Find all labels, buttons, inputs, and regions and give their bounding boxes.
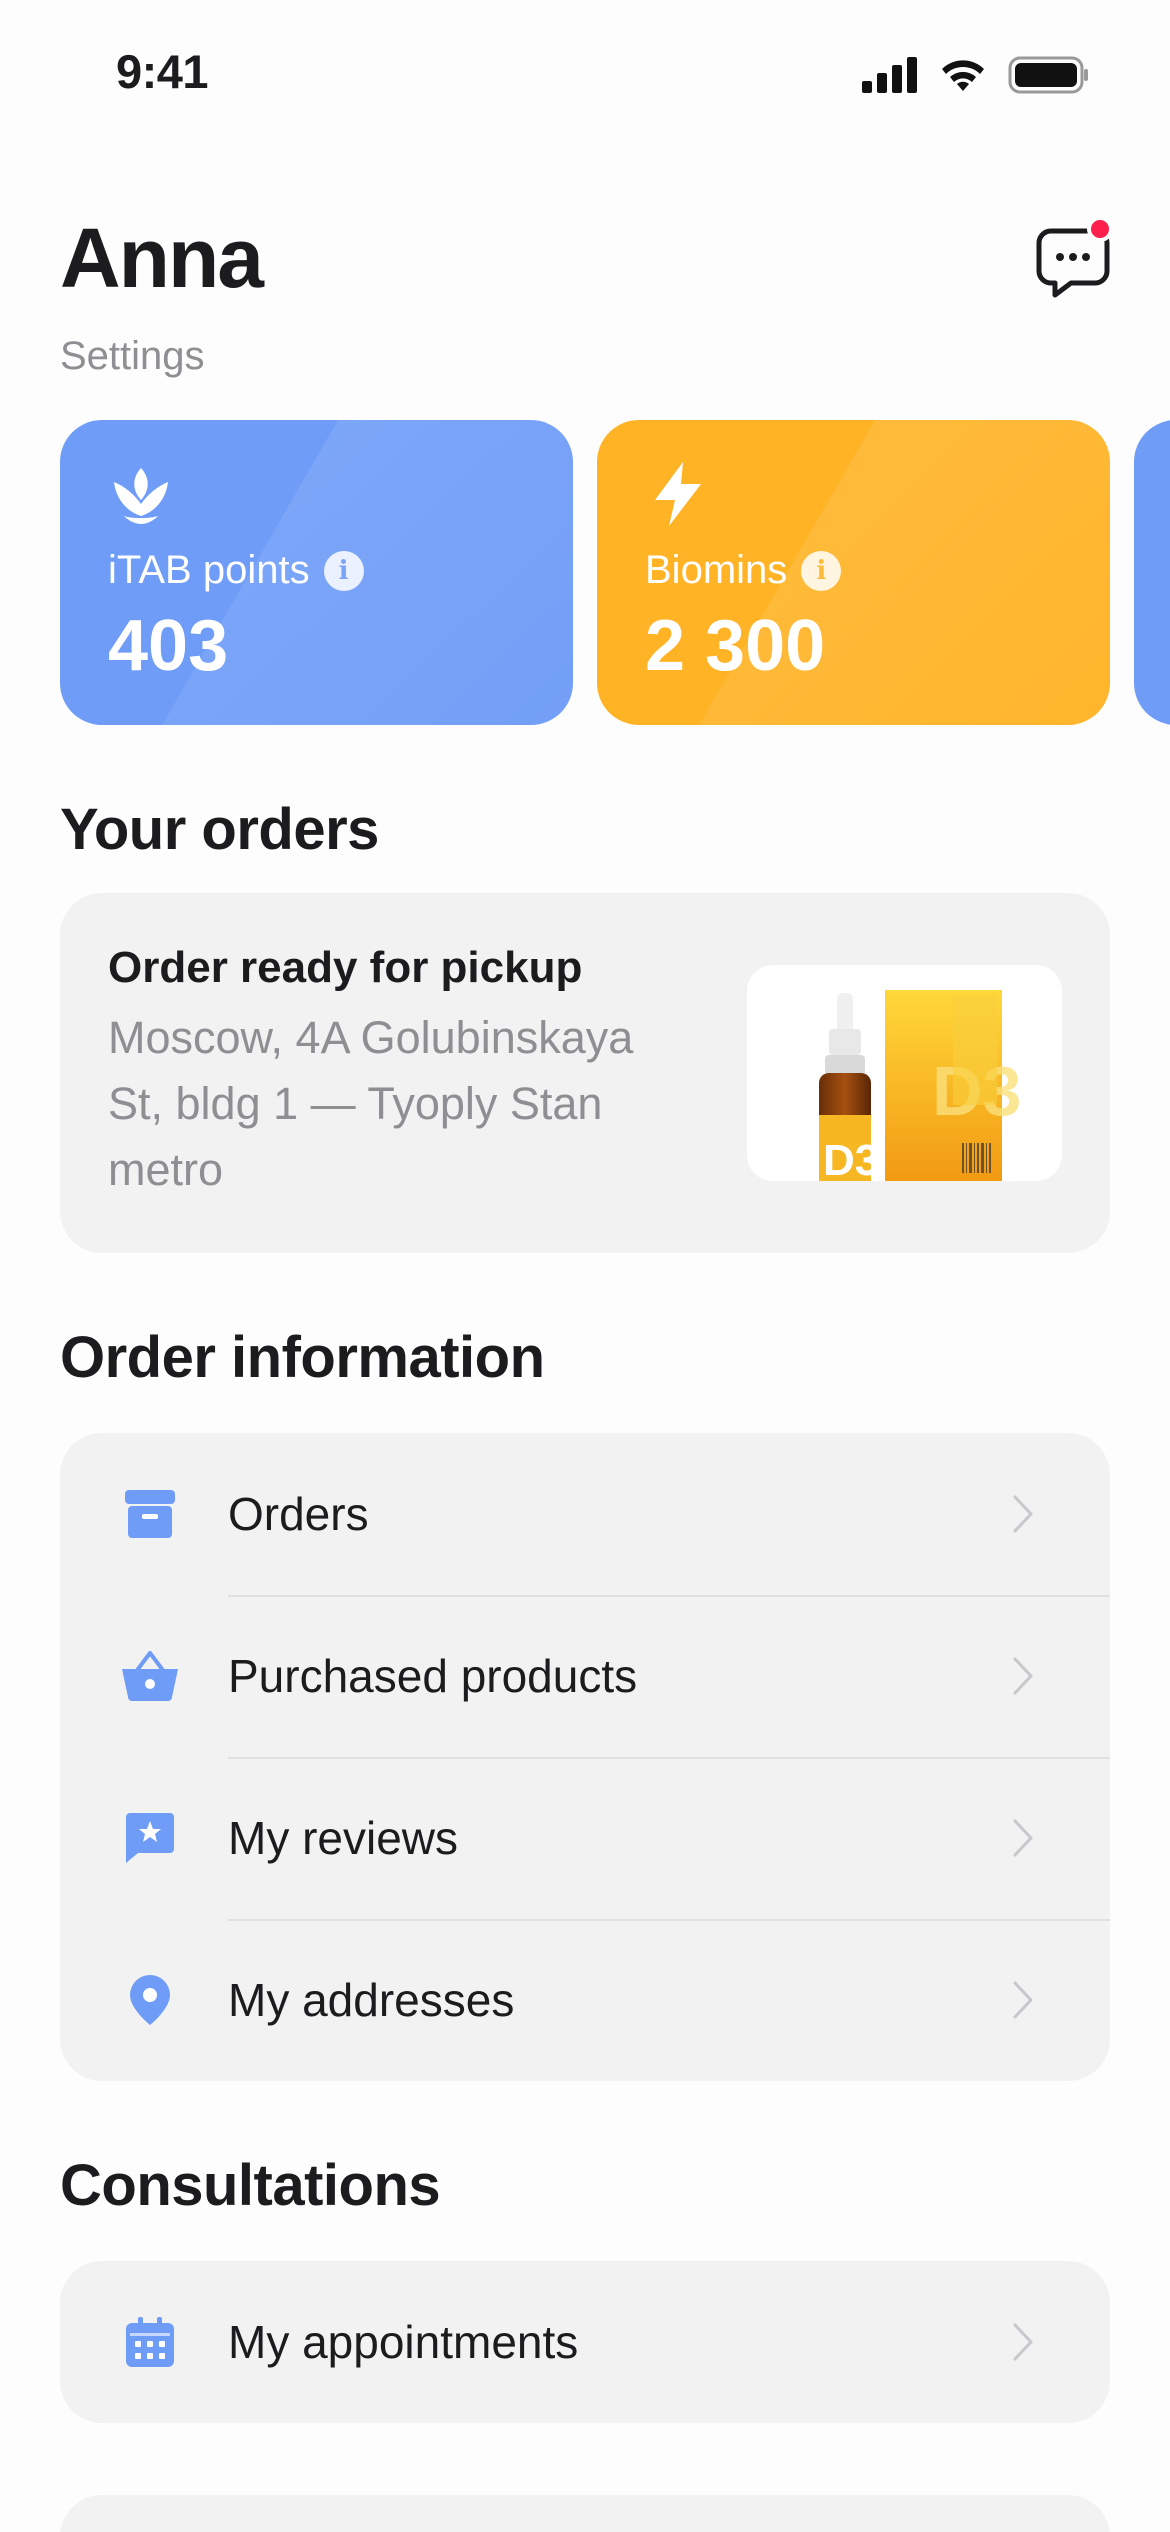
chevron-right-icon — [1013, 2323, 1033, 2361]
orders-item[interactable]: Orders — [60, 1433, 1110, 1595]
consultations-heading: Consultations — [60, 2153, 441, 2218]
points-cards-carousel[interactable]: iTAB points i 403 Biomins i 2 300 — [60, 420, 1170, 725]
biomins-label-text: Biomins — [645, 548, 788, 592]
info-icon[interactable]: i — [323, 550, 364, 591]
purchased-products-item[interactable]: Purchased products — [60, 1595, 1110, 1757]
itab-points-label: iTAB points i — [108, 548, 364, 593]
order-address: Moscow, 4A Golubinskaya St, bldg 1 — Tyo… — [108, 1012, 634, 1195]
settings-link[interactable]: Settings — [60, 334, 205, 379]
itab-points-card[interactable]: iTAB points i 403 — [60, 420, 573, 725]
status-time: 9:41 — [116, 45, 209, 98]
consultations-list: My appointments — [60, 2261, 1110, 2423]
basket-icon — [120, 1646, 180, 1706]
flower-icon — [114, 468, 168, 524]
archive-box-icon — [120, 1484, 180, 1544]
orders-label: Orders — [228, 1488, 369, 1540]
calendar-icon — [120, 2312, 180, 2372]
next-section-peek — [60, 2495, 1110, 2532]
my-reviews-label: My reviews — [228, 1812, 459, 1864]
my-appointments-item[interactable]: My appointments — [60, 2261, 1110, 2423]
wifi-icon — [942, 60, 984, 91]
review-star-icon — [120, 1808, 180, 1868]
vitamin-d3-product-image: D3 D3 — [819, 990, 1021, 1181]
status-icons — [862, 56, 1090, 94]
next-card-peek[interactable] — [1134, 420, 1170, 725]
product-thumbnail: D3 D3 — [747, 965, 1062, 1181]
chevron-right-icon — [1013, 1657, 1033, 1695]
my-addresses-item[interactable]: My addresses — [60, 1919, 1110, 2081]
order-card[interactable]: Order ready for pickup Moscow, 4A Golubi… — [60, 893, 1110, 1253]
order-information-heading: Order information — [60, 1325, 545, 1390]
chevron-right-icon — [1013, 1495, 1033, 1533]
purchased-products-label: Purchased products — [228, 1650, 638, 1702]
cellular-signal-icon — [862, 57, 917, 93]
my-appointments-label: My appointments — [228, 2316, 579, 2368]
info-icon[interactable]: i — [801, 550, 842, 591]
biomins-value: 2 300 — [645, 606, 826, 686]
biomins-card[interactable]: Biomins i 2 300 — [597, 420, 1110, 725]
lightning-icon — [655, 462, 701, 526]
your-orders-heading: Your orders — [60, 797, 379, 862]
order-status: Order ready for pickup — [108, 943, 583, 992]
order-information-list: Orders Purchased products My reviews My … — [60, 1433, 1110, 2081]
page-title: Anna — [60, 211, 264, 305]
battery-icon — [1008, 56, 1088, 94]
notification-badge — [1087, 216, 1113, 242]
status-bar: 9:41 — [0, 0, 1170, 150]
chevron-right-icon — [1013, 1819, 1033, 1857]
biomins-label: Biomins i — [645, 548, 842, 593]
itab-points-value: 403 — [108, 606, 229, 686]
itab-points-label-text: iTAB points — [108, 548, 310, 592]
my-reviews-item[interactable]: My reviews — [60, 1757, 1110, 1919]
location-pin-icon — [120, 1970, 180, 2030]
chevron-right-icon — [1013, 1981, 1033, 2019]
my-addresses-label: My addresses — [228, 1974, 515, 2026]
svg-text:D3: D3 — [823, 1136, 879, 1181]
